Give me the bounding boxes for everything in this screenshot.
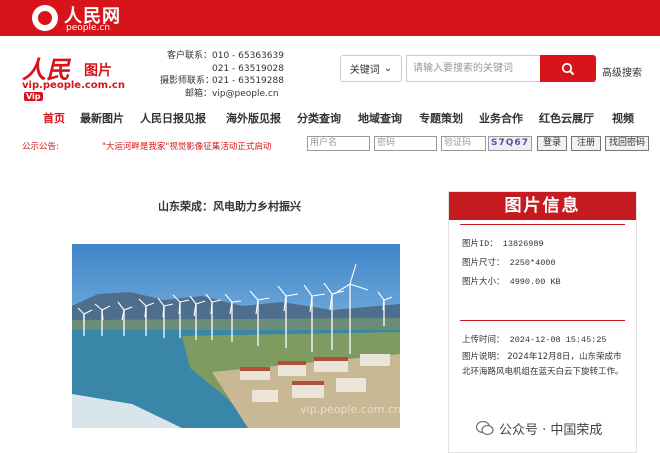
image-filesize: 图片大小： 4990.00 KB (462, 277, 561, 287)
chevron-down-icon: ⌄ (383, 63, 393, 74)
image-id: 图片ID： 13826989 (462, 239, 544, 249)
search-input[interactable]: 请输入要搜索的关键词 (406, 55, 540, 82)
nav-item-business[interactable]: 业务合作 (479, 110, 523, 126)
brand-sub-text: 图片 (84, 63, 112, 79)
brand-logo[interactable]: 人民 图片 vip.people.com.cnVip (22, 50, 142, 101)
nav-item-topics[interactable]: 专题策划 (419, 110, 463, 126)
main-photo[interactable] (72, 244, 400, 428)
brand-url: vip.people.com.cnVip (22, 80, 125, 101)
wechat-icon (476, 420, 494, 436)
top-bar: 人民网 people.cn (0, 0, 660, 36)
nav-item-home[interactable]: 首页 (43, 110, 65, 126)
contact-row: 邮箱：vip@people.cn (184, 88, 279, 99)
divider (460, 320, 625, 321)
contact-row: 客户联系：010 - 65363639 (166, 51, 284, 61)
site-subtitle: people.cn (66, 23, 111, 33)
username-input[interactable]: 用户名 (307, 136, 370, 151)
notice-link[interactable]: "大运河畔是我家"视觉影像征集活动正式启动 (102, 140, 271, 152)
wechat-watermark: 公众号 · 中国荣成 (476, 416, 646, 440)
search-icon (561, 62, 575, 75)
nav-item-overseas[interactable]: 海外版见报 (226, 110, 281, 126)
notice-label: 公示公告: (22, 142, 59, 152)
advanced-search-link[interactable]: 高级搜索 (602, 64, 642, 79)
photo-watermark: vip.people.com.cn (300, 403, 401, 416)
captcha-image[interactable]: S7Q67 (488, 136, 532, 151)
vip-badge: Vip (24, 92, 43, 101)
nav-item-peoples-daily[interactable]: 人民日报见报 (140, 110, 206, 126)
contact-info: 客户联系：010 - 65363639 021 - 63519028 摄影师联系… (160, 50, 284, 100)
contact-row: 摄影师联系：021 - 63519288 (160, 76, 284, 86)
search-type-select[interactable]: 关键词 ⌄ (340, 55, 402, 82)
login-button[interactable]: 登录 (537, 136, 567, 151)
contact-row: 021 - 63519028 (212, 63, 284, 74)
nav-item-red-cloud[interactable]: 红色云展厅 (539, 110, 594, 126)
nav-item-region[interactable]: 地域查询 (358, 110, 402, 126)
people-logo-icon[interactable] (32, 5, 58, 31)
nav-item-latest[interactable]: 最新图片 (80, 110, 124, 126)
captcha-input[interactable]: 验证码 (441, 136, 486, 151)
nav-item-category[interactable]: 分类查询 (297, 110, 341, 126)
image-info-panel: 图片信息 图片ID： 13826989 图片尺寸： 2250*4000 图片大小… (448, 191, 637, 453)
recover-password-button[interactable]: 找回密码 (605, 136, 649, 151)
register-button[interactable]: 注册 (571, 136, 601, 151)
image-dimensions: 图片尺寸： 2250*4000 (462, 258, 556, 268)
password-input[interactable]: 密码 (374, 136, 437, 151)
info-heading: 图片信息 (449, 192, 636, 220)
search-button[interactable] (540, 55, 596, 82)
image-description: 图片说明： 2024年12月8日，山东荣成市北环海路风电机组在蓝天白云下旋转工作… (462, 352, 624, 377)
divider (460, 224, 625, 225)
article-title: 山东荣成：风电助力乡村振兴 (158, 200, 301, 213)
nav-item-video[interactable]: 视频 (612, 110, 634, 126)
upload-time: 上传时间： 2024-12-08 15:45:25 (462, 335, 607, 345)
